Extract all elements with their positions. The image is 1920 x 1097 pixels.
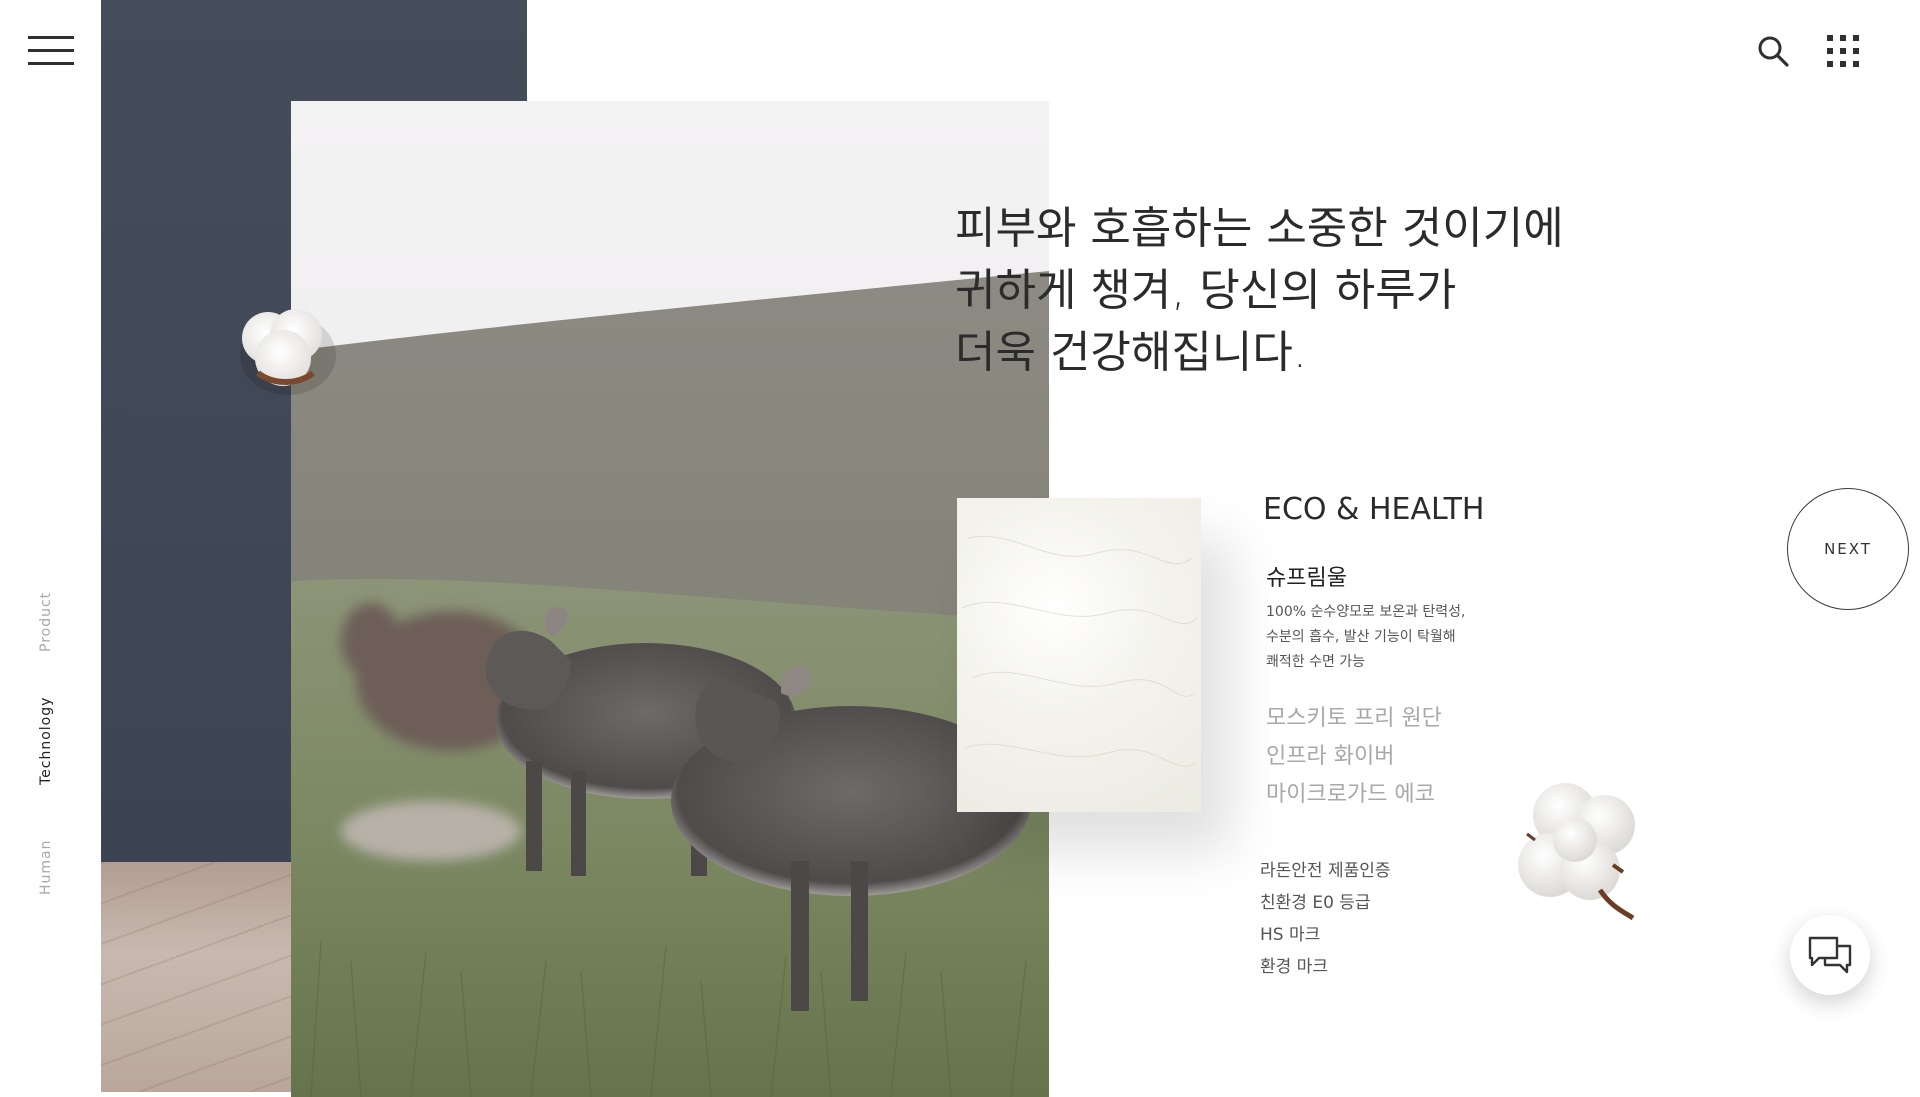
feature-tab-mosquito-free[interactable]: 모스키토 프리 원단 [1266, 700, 1442, 738]
side-vertical-nav: Product Technology Human [38, 580, 64, 900]
grid-apps-icon [1827, 35, 1859, 67]
description-line: 쾌적한 수면 가능 [1266, 654, 1366, 670]
side-nav-technology[interactable]: Technology [38, 697, 54, 785]
feature-tab-infra-fiber[interactable]: 인프라 화이버 [1266, 738, 1442, 776]
side-nav-human[interactable]: Human [38, 840, 54, 896]
description-line: 100% 순수양모로 보온과 탄력성, [1266, 604, 1466, 620]
chat-button[interactable] [1790, 915, 1870, 995]
description-line: 수분의 흡수, 발산 기능이 탁월해 [1266, 629, 1456, 645]
menu-line [28, 62, 74, 65]
cotton-cluster-image [1495, 770, 1665, 930]
wood-floor-image [101, 862, 291, 1092]
wool-fabric-swatch [957, 498, 1201, 812]
cotton-boll-image [228, 293, 338, 403]
certification-item: 라돈안전 제품인증 [1260, 861, 1391, 881]
chat-bubbles-icon [1808, 936, 1852, 974]
next-button[interactable]: NEXT [1787, 488, 1909, 610]
feature-list: 모스키토 프리 원단 인프라 화이버 마이크로가드 에코 [1266, 700, 1442, 814]
feature-tab-supreme-wool[interactable]: 슈프림울 [1266, 560, 1347, 592]
eco-health-title: ECO & HEALTH [1263, 492, 1485, 527]
headline-line: 피부와 호흡하는 소중한 것이기에 [955, 203, 1564, 254]
search-button[interactable] [1756, 34, 1792, 70]
certification-item: 친환경 E0 등급 [1260, 893, 1371, 913]
certification-list: 라돈안전 제품인증 친환경 E0 등급 HS 마크 환경 마크 [1260, 855, 1391, 983]
search-icon [1758, 36, 1789, 67]
certification-item: 환경 마크 [1260, 957, 1328, 977]
headline: 피부와 호흡하는 소중한 것이기에 귀하게 챙겨, 당신의 하루가 더욱 건강해… [955, 198, 1655, 384]
feature-tab-microgard-eco[interactable]: 마이크로가드 에코 [1266, 776, 1442, 814]
feature-description: 100% 순수양모로 보온과 탄력성, 수분의 흡수, 발산 기능이 탁월해 쾌… [1266, 600, 1506, 675]
side-nav-product[interactable]: Product [38, 592, 54, 652]
headline-line: 귀하게 챙겨, 당신의 하루가 [955, 265, 1457, 316]
menu-line [28, 49, 74, 52]
menu-line [28, 36, 74, 39]
headline-line: 더욱 건강해집니다. [955, 327, 1307, 378]
hamburger-menu-button[interactable] [28, 36, 74, 66]
hero-photo-lambs [291, 101, 1049, 1097]
apps-grid-button[interactable] [1826, 34, 1860, 68]
certification-item: HS 마크 [1260, 925, 1321, 945]
